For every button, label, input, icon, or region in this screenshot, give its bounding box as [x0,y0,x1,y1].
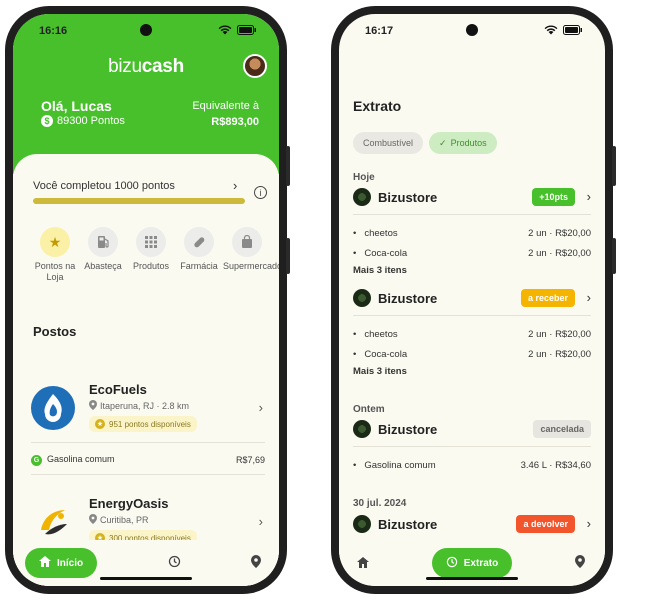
more-items-link[interactable]: Mais 3 itens [353,265,591,276]
location-pin-icon [89,514,97,526]
fuel-pump-icon [88,227,118,257]
status-badge: +10pts [532,188,575,206]
station-logo [31,500,75,544]
status-badge: a devolver [516,515,575,533]
station-name: EnergyOasis [89,496,169,511]
group-label-today: Hoje [353,172,375,183]
list-item: Coca-cola2 un · R$20,00 [353,344,591,364]
fuel-price: R$7,69 [235,455,265,465]
chevron-right-icon[interactable]: › [259,514,263,529]
wifi-icon [544,24,558,38]
more-items-link[interactable]: Mais 3 itens [353,366,591,377]
battery-icon [563,24,583,38]
nav-home[interactable]: Início [25,548,98,578]
wifi-icon [218,24,232,38]
category-supermercado[interactable]: Supermercado [223,227,279,283]
progress-bar-fill [33,198,245,204]
chip-combustivel[interactable]: Combustível [353,132,424,154]
page-title: Extrato [353,98,402,114]
group-label-date: 30 jul. 2024 [353,498,407,509]
battery-icon [237,24,257,38]
chevron-right-icon[interactable]: › [587,290,591,305]
category-list: ★ Pontos na Loja Abasteça Produtos Farmá… [31,227,279,283]
points-balance: $ 89300 Pontos [41,115,125,127]
category-produtos[interactable]: Produtos [127,227,175,283]
shopping-bag-icon [232,227,262,257]
store-name: Bizustore [378,291,438,306]
star-icon: ★ [40,227,70,257]
pill-icon [184,227,214,257]
progress-bar [33,198,245,204]
statement-screen: 16:17 Extrato Combustível ✓ Produtos Hoje… [339,14,605,586]
chevron-right-icon[interactable]: › [587,189,591,204]
avatar[interactable] [243,54,267,78]
store-name: Bizustore [378,517,438,532]
chevron-right-icon[interactable]: › [587,516,591,531]
equivalent-label: Equivalente à [192,100,259,112]
status-badge: cancelada [533,420,591,438]
station-name: EcoFuels [89,382,147,397]
home-indicator [426,577,518,580]
fuel-type-icon: G [31,455,42,466]
order-card[interactable]: Bizustore +10pts › cheetos2 un · R$20,00… [353,187,591,276]
location-pin-icon[interactable] [574,555,585,571]
right-phone: 16:17 Extrato Combustível ✓ Produtos Hoje… [331,6,616,594]
order-card[interactable]: Bizustore a devolver › [353,514,591,536]
group-label-yesterday: Ontem [353,404,385,415]
history-icon[interactable] [168,555,181,571]
station-card[interactable]: EcoFuels Itaperuna, RJ · 2.8 km ★ 951 pon… [31,382,265,436]
location-pin-icon [89,400,97,412]
station-logo [31,386,75,430]
equivalent-value: R$893,00 [211,116,259,128]
station-location: Curitiba, PR [89,514,149,526]
chip-produtos[interactable]: ✓ Produtos [429,132,497,154]
status-time: 16:17 [365,25,394,37]
home-indicator [100,577,192,580]
order-card[interactable]: Bizustore cancelada Gasolina comum3.46 L… [353,419,591,475]
home-icon [39,556,51,570]
star-icon: ★ [95,419,105,429]
status-time: 16:16 [39,25,68,37]
coin-icon: $ [41,115,53,127]
list-item: Coca-cola2 un · R$20,00 [353,243,591,263]
home-icon[interactable] [357,556,369,571]
check-icon: ✓ [439,137,447,148]
filter-chips: Combustível ✓ Produtos [353,132,497,154]
store-logo [353,515,371,533]
order-card[interactable]: Bizustore a receber › cheetos2 un · R$20… [353,288,591,377]
store-name: Bizustore [378,190,438,205]
section-title: Postos [33,324,77,339]
greeting: Olá, Lucas [41,98,112,114]
grid-icon [136,227,166,257]
chevron-right-icon[interactable]: › [259,400,263,415]
progress-title[interactable]: Você completou 1000 pontos [33,180,175,192]
store-name: Bizustore [378,422,438,437]
list-item: Gasolina comum3.46 L · R$34,60 [353,455,591,475]
category-pontos-na-loja[interactable]: ★ Pontos na Loja [31,227,79,283]
fuel-row: G Gasolina comum R$7,69 [31,454,265,466]
app-logo: bizucash [108,56,184,77]
left-phone: 16:16 bizucash Olá, Lucas $ 89300 Pontos… [5,6,290,594]
history-icon [446,556,458,571]
category-farmacia[interactable]: Farmácia [175,227,223,283]
station-location: Itaperuna, RJ · 2.8 km [89,400,189,412]
home-screen: 16:16 bizucash Olá, Lucas $ 89300 Pontos… [13,14,279,586]
status-badge: a receber [520,289,575,307]
category-abasteca[interactable]: Abasteça [79,227,127,283]
nav-extrato[interactable]: Extrato [431,548,513,578]
points-label: 89300 Pontos [57,115,125,127]
store-logo [353,188,371,206]
points-badge: ★ 951 pontos disponíveis [89,416,197,432]
list-item: cheetos2 un · R$20,00 [353,324,591,344]
info-icon[interactable]: i [254,186,267,199]
store-logo [353,289,371,307]
chevron-right-icon[interactable]: › [233,178,237,193]
location-pin-icon[interactable] [251,555,261,571]
list-item: cheetos2 un · R$20,00 [353,223,591,243]
store-logo [353,420,371,438]
